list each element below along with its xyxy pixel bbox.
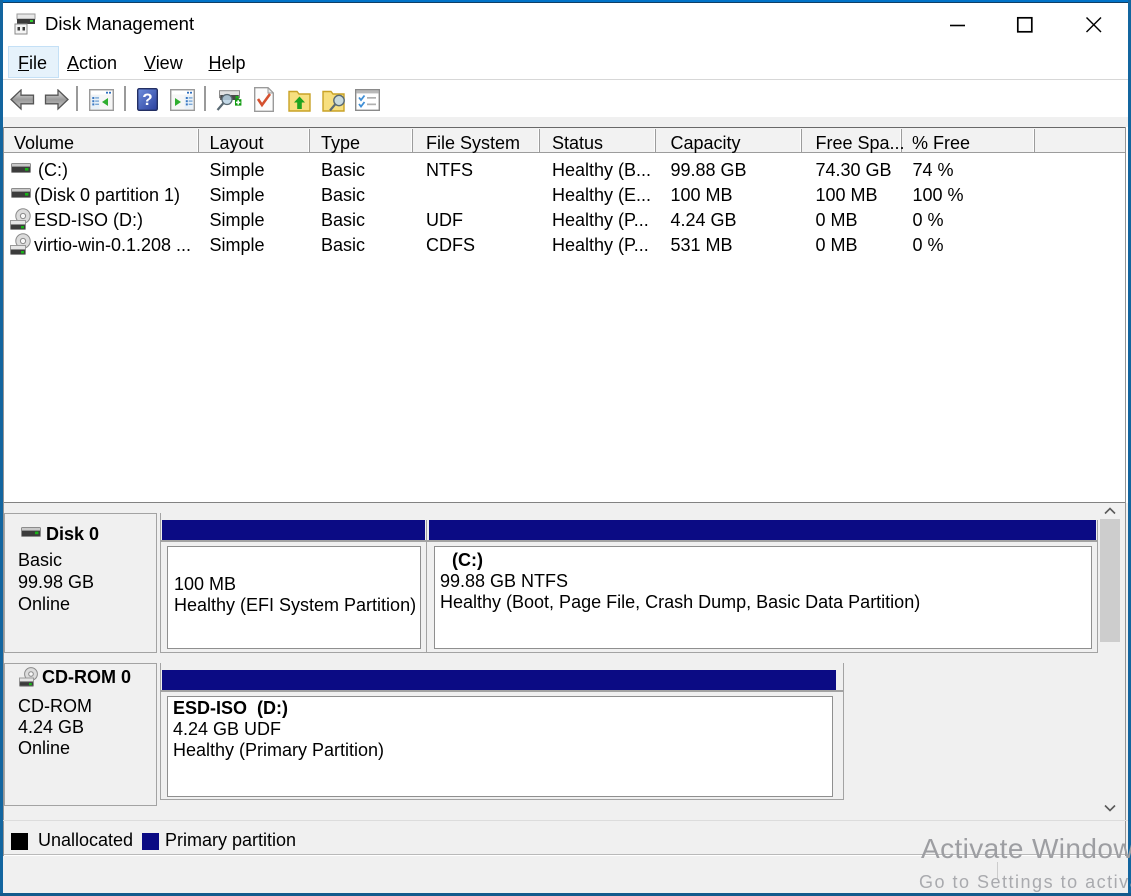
svg-text:?: ? xyxy=(142,90,152,109)
